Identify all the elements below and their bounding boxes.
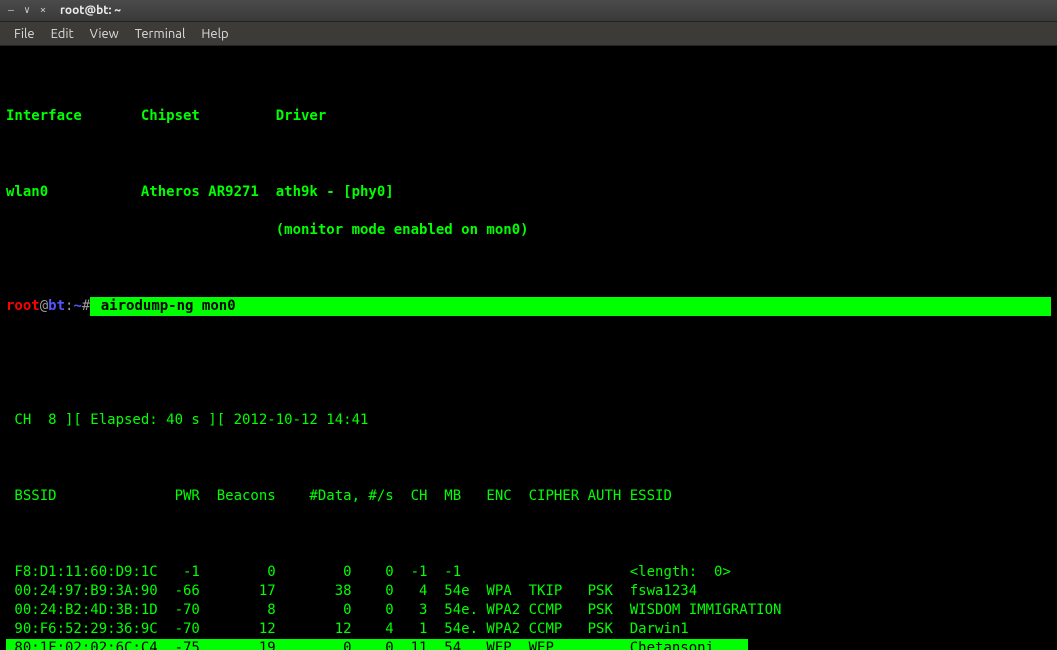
menu-terminal[interactable]: Terminal (127, 27, 194, 41)
prompt-line: root@bt:~# airodump-ng mon0 (6, 297, 1051, 316)
terminal-output[interactable]: Interface Chipset Driver wlan0 Atheros A… (0, 46, 1057, 650)
titlebar: — ∨ × root@bt: ~ (0, 0, 1057, 22)
menu-edit[interactable]: Edit (43, 27, 82, 41)
prompt-path: ~ (73, 297, 81, 316)
menubar: File Edit View Terminal Help (0, 22, 1057, 46)
menu-help[interactable]: Help (193, 27, 236, 41)
wlan-info-2: (monitor mode enabled on mon0) (6, 221, 1051, 240)
minimize-button[interactable]: — (4, 4, 18, 18)
menu-file[interactable]: File (6, 27, 43, 41)
window-title: root@bt: ~ (60, 4, 121, 17)
close-button[interactable]: × (36, 4, 50, 18)
table-row: 00:24:B2:4D:3B:1D -70 8 0 0 3 54e. WPA2 … (6, 601, 1051, 620)
table-row: 00:24:97:B9:3A:90 -66 17 38 0 4 54e WPA … (6, 582, 1051, 601)
maximize-button[interactable]: ∨ (20, 4, 34, 18)
prompt-user: root (6, 297, 40, 316)
table-row: F8:D1:11:60:D9:1C -1 0 0 0 -1 -1 <length… (6, 563, 1051, 582)
menu-view[interactable]: View (82, 27, 127, 41)
table-header: BSSID PWR Beacons #Data, #/s CH MB ENC C… (6, 487, 1051, 506)
command-input[interactable]: airodump-ng mon0 (90, 297, 1051, 316)
table-row: 80:1F:02:02:6C:C4 -75 19 0 0 11 54 WEP W… (6, 639, 1051, 650)
prompt-colon: : (65, 297, 73, 316)
interface-header: Interface Chipset Driver (6, 107, 1051, 126)
table-row: 90:F6:52:29:36:9C -70 12 12 4 1 54e. WPA… (6, 620, 1051, 639)
prompt-host: bt (48, 297, 65, 316)
status-line: CH 8 ][ Elapsed: 40 s ][ 2012-10-12 14:4… (6, 411, 1051, 430)
wlan-info-1: wlan0 Atheros AR9271 ath9k - [phy0] (6, 183, 1051, 202)
prompt-at: @ (40, 297, 48, 316)
prompt-hash: # (82, 297, 90, 316)
table-row-highlighted: 80:1F:02:02:6C:C4 -75 19 0 0 11 54 WEP W… (6, 639, 748, 650)
